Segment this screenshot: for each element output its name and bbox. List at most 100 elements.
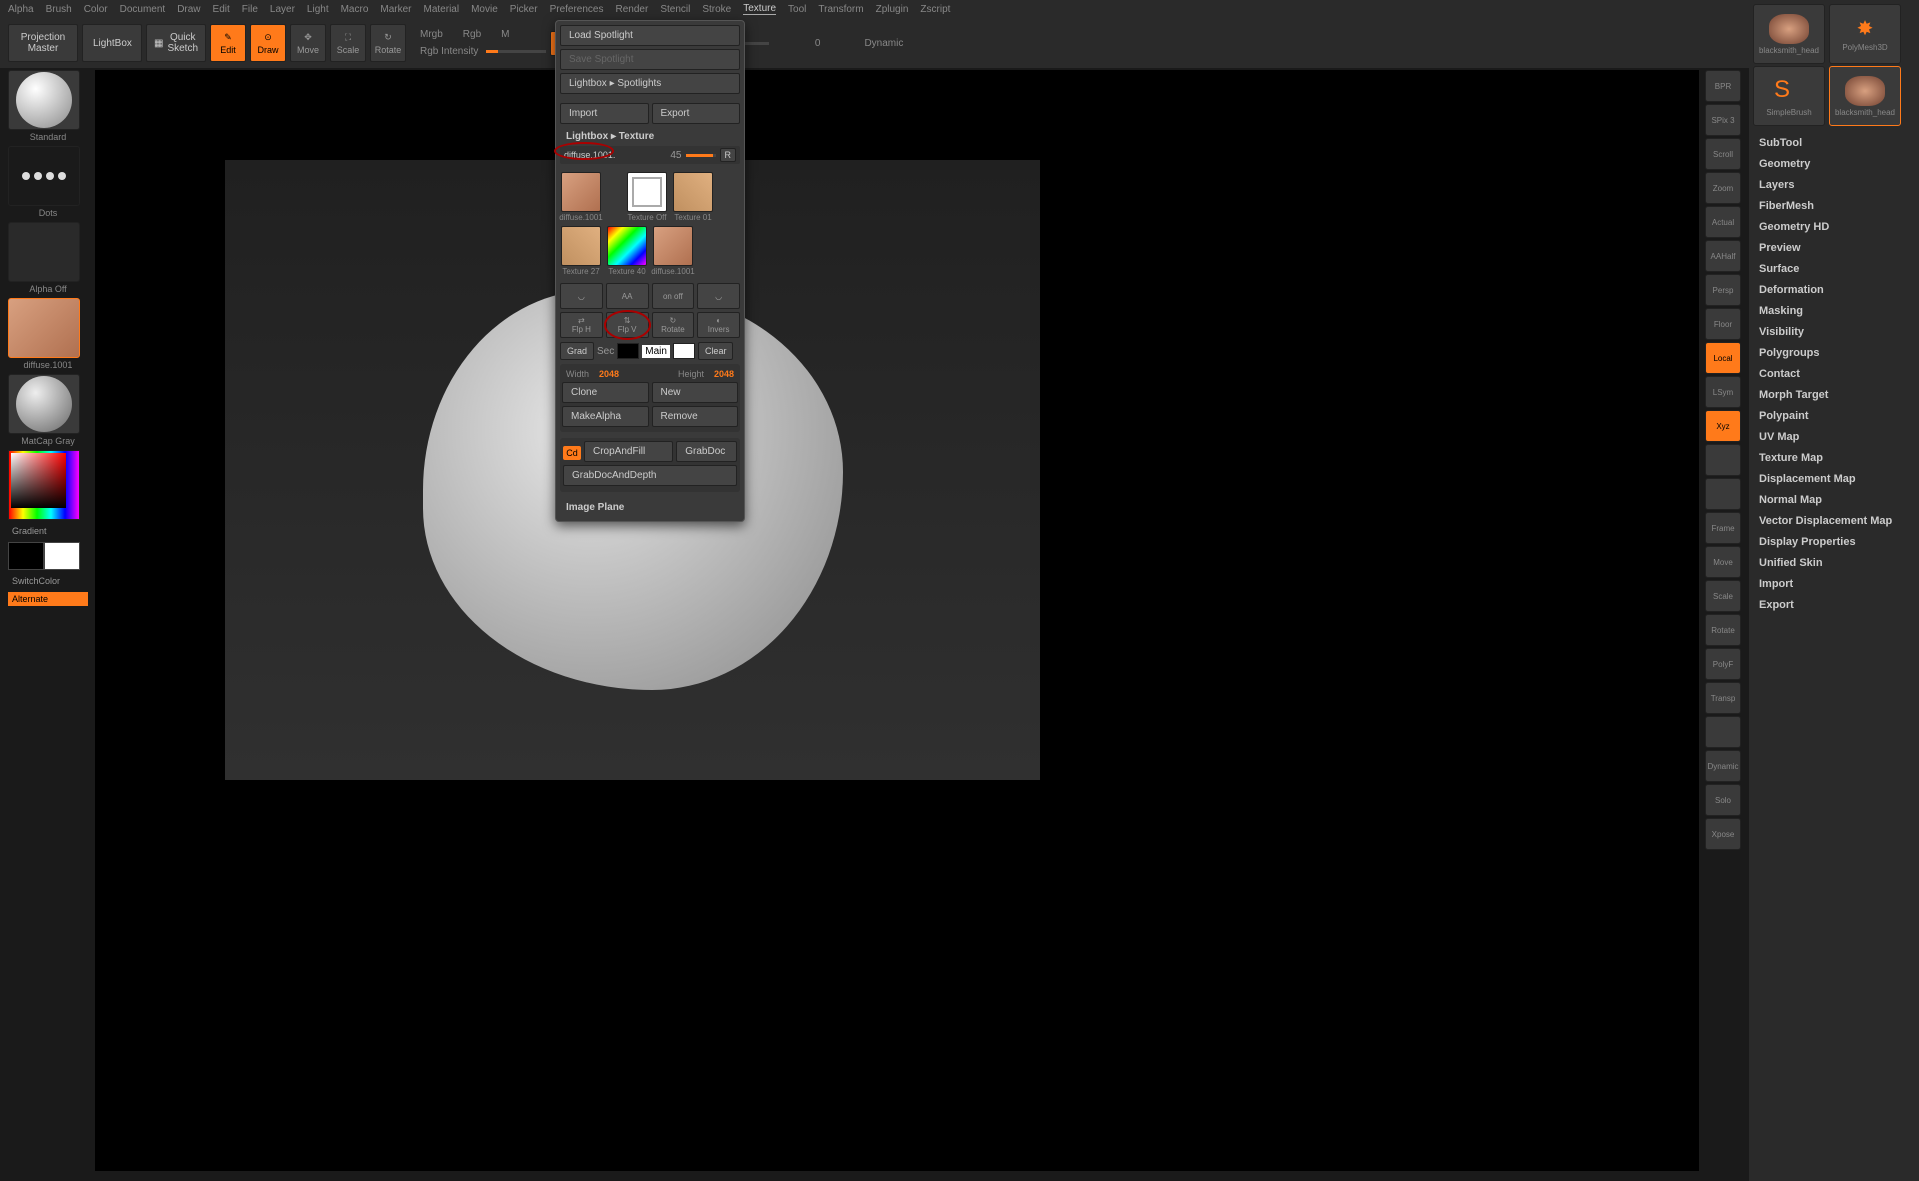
palette-deformation[interactable]: Deformation xyxy=(1753,281,1915,299)
Transp-icon[interactable]: Transp xyxy=(1705,682,1741,714)
Solo-icon[interactable]: Solo xyxy=(1705,784,1741,816)
Zoom-icon[interactable]: Zoom xyxy=(1705,172,1741,204)
r-button[interactable]: R xyxy=(720,148,737,162)
palette-morph-target[interactable]: Morph Target xyxy=(1753,386,1915,404)
Frame-icon[interactable]: Frame xyxy=(1705,512,1741,544)
menu-edit[interactable]: Edit xyxy=(213,4,230,15)
menu-texture[interactable]: Texture xyxy=(743,3,776,15)
texture-tile[interactable]: Texture 01 xyxy=(672,172,714,222)
menu-color[interactable]: Color xyxy=(84,4,108,15)
AAHalf-icon[interactable]: AAHalf xyxy=(1705,240,1741,272)
texture-tile[interactable]: Texture Off xyxy=(626,172,668,222)
tool-thumb[interactable]: blacksmith_head xyxy=(1829,66,1901,126)
main-color-swatch[interactable] xyxy=(673,343,695,359)
palette-contact[interactable]: Contact xyxy=(1753,365,1915,383)
palette-visibility[interactable]: Visibility xyxy=(1753,323,1915,341)
rotate-button[interactable]: ↻Rotate xyxy=(652,312,695,338)
inverse-button[interactable]: ◐Invers xyxy=(697,312,740,338)
palette-preview[interactable]: Preview xyxy=(1753,239,1915,257)
lightbox-texture-heading[interactable]: Lightbox ▸ Texture xyxy=(560,127,740,146)
texture-tile[interactable]: diffuse.1001 xyxy=(560,172,602,222)
alpha-swatch[interactable] xyxy=(8,222,80,282)
alternate-button[interactable]: Alternate xyxy=(8,592,88,606)
palette-display-properties[interactable]: Display Properties xyxy=(1753,533,1915,551)
edit-mode-button[interactable]: ✎Edit xyxy=(210,24,246,62)
palette-texture-map[interactable]: Texture Map xyxy=(1753,449,1915,467)
Local-icon[interactable]: Local xyxy=(1705,342,1741,374)
switch-color-button[interactable]: SwitchColor xyxy=(8,574,88,588)
menu-transform[interactable]: Transform xyxy=(818,4,863,15)
grab-doc-depth-button[interactable]: GrabDocAndDepth xyxy=(563,465,737,486)
lightbox-button[interactable]: LightBox xyxy=(82,24,142,62)
menu-brush[interactable]: Brush xyxy=(46,4,72,15)
menu-marker[interactable]: Marker xyxy=(380,4,411,15)
brush-swatch[interactable] xyxy=(8,70,80,130)
mrgb-toggle[interactable]: Mrgb xyxy=(420,29,443,40)
texture-tile[interactable]: Texture 40 xyxy=(606,226,648,276)
Floor-icon[interactable]: Floor xyxy=(1705,308,1741,340)
menu-stencil[interactable]: Stencil xyxy=(660,4,690,15)
Persp-icon[interactable]: Persp xyxy=(1705,274,1741,306)
menu-file[interactable]: File xyxy=(242,4,258,15)
menu-zplugin[interactable]: Zplugin xyxy=(876,4,909,15)
menu-draw[interactable]: Draw xyxy=(177,4,200,15)
Xpose-icon[interactable]: Xpose xyxy=(1705,818,1741,850)
SPix 3-icon[interactable]: SPix 3 xyxy=(1705,104,1741,136)
aa-button[interactable]: AA xyxy=(606,283,649,309)
menu-tool[interactable]: Tool xyxy=(788,4,806,15)
menu-light[interactable]: Light xyxy=(307,4,329,15)
LSym-icon[interactable]: LSym xyxy=(1705,376,1741,408)
remove-button[interactable]: Remove xyxy=(652,406,739,427)
material-swatch[interactable] xyxy=(8,374,80,434)
quick-sketch-button[interactable]: ▦Quick Sketch xyxy=(146,24,206,62)
projection-master-button[interactable]: Projection Master xyxy=(8,24,78,62)
tool-thumb[interactable]: ✸PolyMesh3D xyxy=(1829,4,1901,64)
palette-uv-map[interactable]: UV Map xyxy=(1753,428,1915,446)
palette-unified-skin[interactable]: Unified Skin xyxy=(1753,554,1915,572)
menu-picker[interactable]: Picker xyxy=(510,4,538,15)
lightbox-spotlights-button[interactable]: Lightbox ▸ Spotlights xyxy=(560,73,740,94)
Actual-icon[interactable]: Actual xyxy=(1705,206,1741,238)
Scale-icon[interactable]: Scale xyxy=(1705,580,1741,612)
palette-layers[interactable]: Layers xyxy=(1753,176,1915,194)
flip-h-button[interactable]: ⇄Flp H xyxy=(560,312,603,338)
palette-vector-displacement-map[interactable]: Vector Displacement Map xyxy=(1753,512,1915,530)
tool-thumb[interactable]: blacksmith_head xyxy=(1753,4,1825,64)
load-spotlight-button[interactable]: Load Spotlight xyxy=(560,25,740,46)
menu-document[interactable]: Document xyxy=(120,4,166,15)
menu-render[interactable]: Render xyxy=(616,4,649,15)
palette-surface[interactable]: Surface xyxy=(1753,260,1915,278)
palette-fibermesh[interactable]: FiberMesh xyxy=(1753,197,1915,215)
palette-masking[interactable]: Masking xyxy=(1753,302,1915,320)
m-toggle[interactable]: M xyxy=(501,29,509,40)
texture-name-slider[interactable]: diffuse.1001. 45 R xyxy=(560,146,740,164)
rotate-mode-button[interactable]: ↻Rotate xyxy=(370,24,406,62)
Dynamic-icon[interactable]: Dynamic xyxy=(1705,750,1741,782)
Move-icon[interactable]: Move xyxy=(1705,546,1741,578)
cd-button[interactable]: Cd xyxy=(563,446,581,460)
texture-tile[interactable]: Texture 27 xyxy=(560,226,602,276)
import-button[interactable]: Import xyxy=(560,103,649,124)
Rotate-icon[interactable]: Rotate xyxy=(1705,614,1741,646)
texture-tile[interactable]: diffuse.1001 xyxy=(652,226,694,276)
palette-subtool[interactable]: SubTool xyxy=(1753,134,1915,152)
menu-zscript[interactable]: Zscript xyxy=(920,4,950,15)
menu-preferences[interactable]: Preferences xyxy=(550,4,604,15)
palette-export[interactable]: Export xyxy=(1753,596,1915,614)
menu-layer[interactable]: Layer xyxy=(270,4,295,15)
menu-macro[interactable]: Macro xyxy=(341,4,369,15)
grab-doc-button[interactable]: GrabDoc xyxy=(676,441,737,462)
menu-alpha[interactable]: Alpha xyxy=(8,4,34,15)
palette-displacement-map[interactable]: Displacement Map xyxy=(1753,470,1915,488)
texture-swatch[interactable] xyxy=(8,298,80,358)
rgb-intensity-slider[interactable] xyxy=(486,50,546,53)
dial-icon[interactable]: ◡ xyxy=(560,283,603,309)
move-mode-button[interactable]: ✥Move xyxy=(290,24,326,62)
palette-geometry-hd[interactable]: Geometry HD xyxy=(1753,218,1915,236)
dial2-icon[interactable]: ◡ xyxy=(697,283,740,309)
tool-thumb[interactable]: SSimpleBrush xyxy=(1753,66,1825,126)
bw-swatches[interactable] xyxy=(8,542,80,570)
color-picker[interactable] xyxy=(8,450,80,520)
viewport[interactable] xyxy=(95,70,1699,1171)
make-alpha-button[interactable]: MakeAlpha xyxy=(562,406,649,427)
